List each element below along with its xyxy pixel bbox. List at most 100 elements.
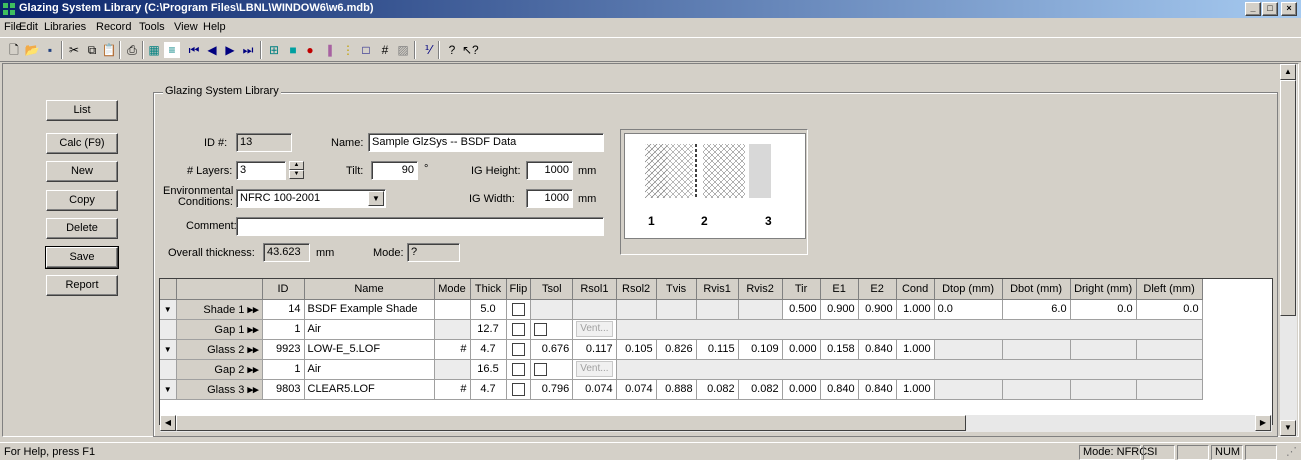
new-file-icon[interactable]: 🗋 xyxy=(6,42,22,58)
flip-checkbox[interactable] xyxy=(506,339,532,360)
fast-forward-icon[interactable]: ▸▸ xyxy=(247,384,258,396)
copy-icon[interactable]: ⧉ xyxy=(84,42,100,58)
scroll-thumb[interactable] xyxy=(176,415,966,431)
fast-forward-icon[interactable]: ▸▸ xyxy=(247,364,258,376)
maximize-icon[interactable]: □ xyxy=(1262,2,1278,16)
grid-header-thick[interactable]: Thick xyxy=(470,279,507,300)
table-icon[interactable]: ⊞ xyxy=(266,42,282,58)
cell-id[interactable]: 14 xyxy=(262,299,305,320)
previous-record-icon[interactable]: ◀ xyxy=(204,42,220,58)
flip-checkbox[interactable] xyxy=(506,359,532,380)
row-dropdown-icon[interactable]: ▼ xyxy=(160,299,177,320)
fast-forward-icon[interactable]: ▸▸ xyxy=(247,324,258,336)
delete-button[interactable]: Delete xyxy=(46,218,118,239)
cell-name[interactable]: Air xyxy=(304,359,435,380)
first-record-icon[interactable]: ⏮ xyxy=(186,42,202,58)
layers-icon[interactable]: ∥ xyxy=(322,42,338,58)
cell-name[interactable]: BSDF Example Shade xyxy=(304,299,435,320)
next-record-icon[interactable]: ▶ xyxy=(222,42,238,58)
grid-header-rsol1[interactable]: Rsol1 xyxy=(572,279,617,300)
scroll-left-icon[interactable]: ◀ xyxy=(160,415,176,431)
table-row[interactable]: Gap 2 ▸▸ 1 Air 16.5 Vent... xyxy=(160,359,1203,380)
gap-checkbox[interactable] xyxy=(530,359,574,380)
grid-header-tir[interactable]: Tir xyxy=(782,279,821,300)
table-row[interactable]: ▼ Shade 1 ▸▸ 14 BSDF Example Shade 5.0 0… xyxy=(160,299,1203,320)
name-field[interactable]: Sample GlzSys -- BSDF Data xyxy=(368,133,604,152)
light-icon[interactable]: ⋮ xyxy=(340,42,356,58)
grid-header-id[interactable]: ID xyxy=(262,279,305,300)
row-dropdown-icon[interactable]: ▼ xyxy=(160,379,177,400)
grid-header-dtop[interactable]: Dtop (mm) xyxy=(934,279,1003,300)
vertical-scroll-thumb[interactable] xyxy=(1280,80,1296,316)
table-row[interactable]: Gap 1 ▸▸ 1 Air 12.7 Vent... xyxy=(160,319,1203,340)
grid-header-rsol2[interactable]: Rsol2 xyxy=(616,279,657,300)
cell-thick[interactable]: 12.7 xyxy=(470,319,507,340)
ig-height-field[interactable]: 1000 xyxy=(526,161,573,180)
grid-header-name[interactable]: Name xyxy=(304,279,435,300)
grid-view-icon[interactable]: ▦ xyxy=(146,42,162,58)
close-icon[interactable]: × xyxy=(1281,2,1297,16)
cell-name[interactable]: LOW-E_5.LOF xyxy=(304,339,435,360)
minimize-icon[interactable]: _ xyxy=(1245,2,1261,16)
menu-record[interactable]: Record xyxy=(96,21,131,33)
help-icon[interactable]: ? xyxy=(444,42,460,58)
cell-id[interactable]: 1 xyxy=(262,319,305,340)
marker-icon[interactable]: ● xyxy=(302,42,318,58)
dropdown-arrow-icon[interactable]: ▼ xyxy=(368,191,384,206)
last-record-icon[interactable]: ⏭ xyxy=(240,42,256,58)
grid-header-rvis1[interactable]: Rvis1 xyxy=(696,279,739,300)
cell-thick[interactable]: 5.0 xyxy=(470,299,507,320)
calc-button[interactable]: Calc (F9) xyxy=(46,133,118,154)
open-folder-icon[interactable]: 📂 xyxy=(24,42,40,58)
list-button[interactable]: List xyxy=(46,100,118,121)
fast-forward-icon[interactable]: ▸▸ xyxy=(247,304,258,316)
cell-dleft[interactable]: 0.0 xyxy=(1136,299,1203,320)
spin-up-icon[interactable]: ▲ xyxy=(289,161,304,170)
vent-button[interactable]: Vent... xyxy=(576,361,613,377)
grid-header-dright[interactable]: Dright (mm) xyxy=(1070,279,1137,300)
menu-view[interactable]: View xyxy=(174,21,198,33)
fast-forward-icon[interactable]: ▸▸ xyxy=(247,344,258,356)
grid-horizontal-scrollbar[interactable]: ◀ ▶ xyxy=(160,415,1272,432)
grid-header-mode[interactable]: Mode xyxy=(434,279,471,300)
cell-id[interactable]: 9923 xyxy=(262,339,305,360)
row-dropdown-icon[interactable]: ▼ xyxy=(160,339,177,360)
grid-header-dleft[interactable]: Dleft (mm) xyxy=(1136,279,1203,300)
grid-header-cond[interactable]: Cond xyxy=(896,279,935,300)
scroll-right-icon[interactable]: ▶ xyxy=(1255,415,1271,431)
cell-thick[interactable]: 4.7 xyxy=(470,339,507,360)
copy-button[interactable]: Copy xyxy=(46,190,118,211)
grid-header-tvis[interactable]: Tvis xyxy=(656,279,697,300)
cell-dbot[interactable]: 6.0 xyxy=(1002,299,1071,320)
cell-id[interactable]: 9803 xyxy=(262,379,305,400)
save-disk-icon[interactable]: ▪ xyxy=(42,42,58,58)
comment-field[interactable] xyxy=(236,217,604,236)
cell-thick[interactable]: 4.7 xyxy=(470,379,507,400)
menu-libraries[interactable]: Libraries xyxy=(44,21,86,33)
cell-dtop[interactable]: 0.0 xyxy=(934,299,1003,320)
cell-thick[interactable]: 16.5 xyxy=(470,359,507,380)
grid-header-e2[interactable]: E2 xyxy=(858,279,897,300)
tilt-field[interactable]: 90 xyxy=(371,161,418,180)
paste-icon[interactable]: 📋 xyxy=(101,42,117,58)
detail-view-icon[interactable]: ≡ xyxy=(164,42,180,58)
layers-field[interactable]: 3 xyxy=(236,161,286,180)
vent-button[interactable]: Vent... xyxy=(576,321,613,337)
grid-header-e1[interactable]: E1 xyxy=(820,279,859,300)
ig-width-field[interactable]: 1000 xyxy=(526,189,573,208)
gap-checkbox[interactable] xyxy=(530,319,574,340)
grid-header-rvis2[interactable]: Rvis2 xyxy=(738,279,783,300)
new-button[interactable]: New xyxy=(46,161,118,182)
cell-id[interactable]: 1 xyxy=(262,359,305,380)
grid-header-flip[interactable]: Flip xyxy=(506,279,532,300)
flip-checkbox[interactable] xyxy=(506,379,532,400)
hatch-icon[interactable]: ▨ xyxy=(395,42,411,58)
spin-down-icon[interactable]: ▼ xyxy=(289,170,304,179)
window-vertical-scrollbar[interactable]: ▲ ▼ xyxy=(1280,64,1297,437)
cell-dright[interactable]: 0.0 xyxy=(1070,299,1137,320)
menu-edit[interactable]: Edit xyxy=(19,21,38,33)
table-row[interactable]: ▼ Glass 2 ▸▸ 9923 LOW-E_5.LOF # 4.7 0.67… xyxy=(160,339,1203,360)
grid-header-tsol[interactable]: Tsol xyxy=(530,279,574,300)
table-row[interactable]: ▼ Glass 3 ▸▸ 9803 CLEAR5.LOF # 4.7 0.796… xyxy=(160,379,1203,400)
save-button[interactable]: Save xyxy=(45,246,119,269)
